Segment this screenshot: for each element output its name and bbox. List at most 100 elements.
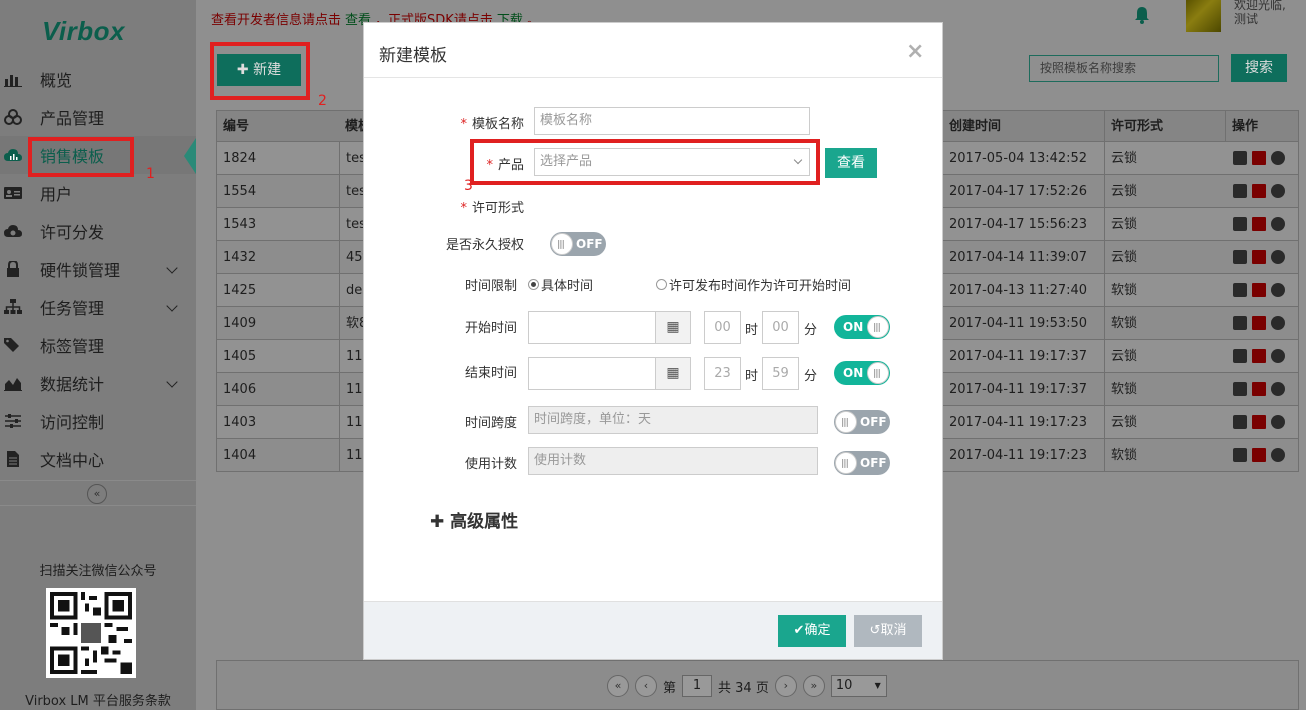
cancel-label: 取消 (880, 623, 907, 638)
edit-icon[interactable] (1233, 217, 1247, 231)
info-icon[interactable] (1271, 448, 1285, 462)
radio-release-time[interactable]: 许可发布时间作为许可开始时间 (656, 275, 851, 294)
calendar-icon[interactable]: ▦ (655, 311, 691, 344)
bell-icon[interactable] (1132, 5, 1152, 25)
chevron-down-icon (166, 300, 178, 312)
hour-unit: 时 (745, 369, 759, 384)
info-icon[interactable] (1271, 151, 1285, 165)
search-input[interactable]: 按照模板名称搜索 (1029, 55, 1219, 82)
edit-icon[interactable] (1233, 184, 1247, 198)
terms-link[interactable]: Virbox LM 平台服务条款 (0, 690, 196, 709)
usage-count-input[interactable]: 使用计数 (528, 447, 818, 475)
search-button[interactable]: 搜索 (1231, 54, 1287, 82)
trash-icon[interactable] (1252, 151, 1266, 165)
cell-created: 2017-04-11 19:17:37 (942, 373, 1087, 406)
close-icon[interactable]: × (906, 39, 924, 64)
start-hour-input[interactable]: 00 (704, 311, 741, 344)
active-indicator (184, 138, 196, 174)
info-icon[interactable] (1271, 415, 1285, 429)
avatar[interactable] (1186, 0, 1221, 32)
edit-icon[interactable] (1233, 151, 1247, 165)
prev-page-button[interactable]: ‹ (635, 675, 657, 697)
usage-count-toggle[interactable]: OFF (834, 451, 890, 476)
sidebar-item-statistics[interactable]: 数据统计 (0, 364, 196, 402)
sidebar: Virbox 概览 产品管理 销售模板 用户 许可分发 硬件锁管理 任务管理 标… (0, 0, 196, 710)
calendar-icon[interactable]: ▦ (655, 357, 691, 390)
sidebar-item-tags[interactable]: 标签管理 (0, 326, 196, 364)
edit-icon[interactable] (1233, 283, 1247, 297)
cell-id: 1406 (223, 382, 257, 397)
collapse-icon[interactable]: « (87, 484, 107, 504)
end-date-input[interactable] (528, 357, 656, 390)
dialog-header: 新建模板 × (364, 23, 942, 78)
cell-license-type: 软锁 (1104, 307, 1225, 340)
confirm-button[interactable]: ✔确定 (778, 615, 846, 647)
trash-icon[interactable] (1252, 349, 1266, 363)
permanent-toggle[interactable]: OFF (550, 232, 606, 257)
info-icon[interactable] (1271, 382, 1285, 396)
info-icon[interactable] (1271, 217, 1285, 231)
sidebar-item-label: 许可分发 (40, 223, 105, 242)
sidebar-item-products[interactable]: 产品管理 (0, 98, 196, 136)
start-minute-input[interactable]: 00 (762, 311, 799, 344)
welcome-line1: 欢迎光临, (1234, 0, 1286, 12)
page-size-select[interactable]: 10 (830, 675, 887, 697)
start-date-input[interactable] (528, 311, 656, 344)
trash-icon[interactable] (1252, 250, 1266, 264)
next-page-button[interactable]: › (774, 675, 797, 697)
sidebar-item-docs[interactable]: 文档中心 (0, 440, 196, 478)
trash-icon[interactable] (1252, 415, 1266, 429)
edit-icon[interactable] (1233, 448, 1247, 462)
edit-icon[interactable] (1233, 250, 1247, 264)
cell-created: 2017-04-17 17:52:26 (942, 175, 1087, 208)
cell-id: 1554 (223, 184, 257, 199)
info-icon[interactable] (1271, 184, 1285, 198)
row-actions (1233, 250, 1285, 264)
sidebar-item-users[interactable]: 用户 (0, 174, 196, 212)
page-input[interactable]: 1 (682, 675, 713, 697)
trash-icon[interactable] (1252, 316, 1266, 330)
sidebar-item-hardware-lock[interactable]: 硬件锁管理 (0, 250, 196, 288)
row-actions (1233, 415, 1285, 429)
qr-code (46, 588, 136, 678)
info-icon[interactable] (1271, 283, 1285, 297)
cell-created: 2017-04-11 19:17:23 (942, 406, 1087, 439)
new-template-dialog: 新建模板 × * 模板名称 模板名称 * 产品 选择产品 查看 * 许可形式 是否永久… (363, 22, 943, 660)
end-minute-input[interactable]: 59 (762, 357, 799, 390)
last-page-button[interactable]: » (802, 675, 825, 697)
sidebar-item-tasks[interactable]: 任务管理 (0, 288, 196, 326)
view-product-button[interactable]: 查看 (825, 148, 877, 178)
sidebar-item-license-distribution[interactable]: 许可分发 (0, 212, 196, 250)
trash-icon[interactable] (1252, 382, 1266, 396)
trash-icon[interactable] (1252, 184, 1266, 198)
first-page-button[interactable]: « (607, 675, 629, 697)
hour-unit: 时 (745, 323, 759, 338)
radio-dot (528, 279, 539, 290)
start-time-toggle[interactable]: ON (834, 315, 890, 340)
sidebar-item-access-control[interactable]: 访问控制 (0, 402, 196, 440)
trash-icon[interactable] (1252, 448, 1266, 462)
edit-icon[interactable] (1233, 316, 1247, 330)
minute-unit: 分 (804, 323, 818, 338)
notice-prefix: 查看开发者信息请点击 (211, 13, 342, 28)
cancel-button[interactable]: ↺取消 (854, 615, 922, 647)
info-icon[interactable] (1271, 316, 1285, 330)
sidebar-item-overview[interactable]: 概览 (0, 60, 196, 98)
edit-icon[interactable] (1233, 349, 1247, 363)
trash-icon[interactable] (1252, 217, 1266, 231)
advanced-properties-toggle[interactable]: ✚ 高级属性 (430, 507, 518, 532)
usage-count-label: 使用计数 (464, 457, 517, 472)
trash-icon[interactable] (1252, 283, 1266, 297)
info-icon[interactable] (1271, 250, 1285, 264)
time-span-input[interactable]: 时间跨度，单位：天 (528, 406, 818, 434)
radio-specific-time[interactable]: 具体时间 (528, 275, 593, 294)
cell-id: 1543 (223, 217, 257, 232)
end-time-toggle[interactable]: ON (834, 361, 890, 386)
edit-icon[interactable] (1233, 382, 1247, 396)
end-hour-input[interactable]: 23 (704, 357, 741, 390)
dialog-title: 新建模板 (379, 46, 447, 66)
edit-icon[interactable] (1233, 415, 1247, 429)
template-name-input[interactable]: 模板名称 (534, 107, 810, 135)
time-span-toggle[interactable]: OFF (834, 410, 890, 435)
info-icon[interactable] (1271, 349, 1285, 363)
